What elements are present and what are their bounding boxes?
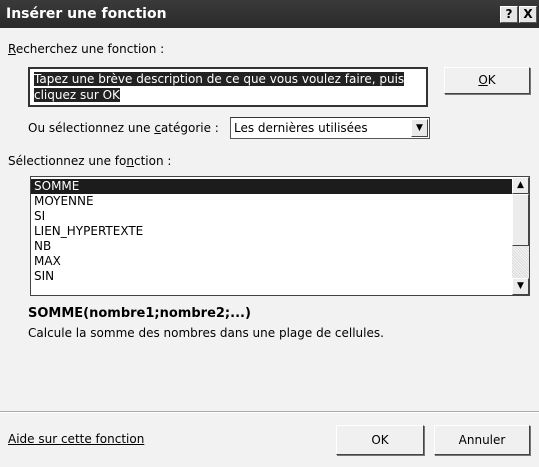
category-selected: Les dernières utilisées [234,121,368,135]
search-label-text: echerchez une fonction : [15,42,165,56]
scroll-up-icon[interactable]: ▲ [512,177,529,194]
search-text-line1: Tapez une brève description de ce que vo… [34,72,405,86]
functions-label: Sélectionnez une fonction : [8,154,172,168]
window-title: Insérer une fonction [6,6,167,22]
separator [0,411,539,413]
list-item[interactable]: MAX [31,254,513,269]
function-signature: SOMME(nombre1;nombre2;...) [28,306,251,321]
category-label: Ou sélectionnez une catégorie : [28,121,219,135]
list-scrollbar[interactable]: ▲ ▼ [512,177,529,295]
list-item[interactable]: MOYENNE [31,194,513,209]
list-item[interactable]: SOMME [31,179,513,194]
help-link[interactable]: Aide sur cette fonction [8,432,144,446]
close-button[interactable]: X [519,6,537,23]
search-ok-button[interactable]: OK [444,67,530,94]
help-button[interactable]: ? [500,6,518,23]
list-item[interactable]: SIN [31,269,513,284]
scroll-thumb[interactable] [512,194,529,246]
function-description: Calcule la somme des nombres dans une pl… [28,326,384,340]
search-text-line2: cliquez sur OK [34,88,120,102]
scroll-down-icon[interactable]: ▼ [512,278,529,295]
search-label-mnemonic: R [8,42,16,56]
chevron-down-icon[interactable]: ▼ [411,119,428,137]
title-bar: Insérer une fonction ? X [0,0,539,28]
search-input[interactable]: Tapez une brève description de ce que vo… [28,67,428,107]
list-item[interactable]: SI [31,209,513,224]
category-select[interactable]: Les dernières utilisées ▼ [230,117,430,139]
cancel-button[interactable]: Annuler [434,425,530,455]
search-label: Recherchez une fonction : [8,42,164,56]
ok-button[interactable]: OK [336,425,424,455]
list-item[interactable]: LIEN_HYPERTEXTE [31,224,513,239]
list-item[interactable]: NB [31,239,513,254]
function-list[interactable]: SOMME MOYENNE SI LIEN_HYPERTEXTE NB MAX … [30,176,530,296]
